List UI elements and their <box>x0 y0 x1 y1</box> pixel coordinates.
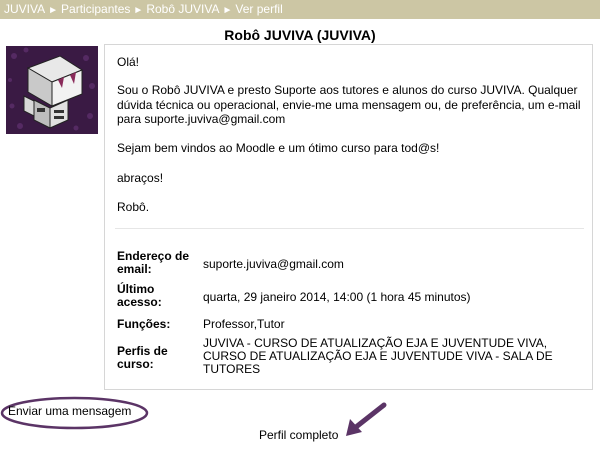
breadcrumb-separator-icon: ► <box>48 5 59 16</box>
breadcrumb-item-current: Ver perfil <box>235 2 283 16</box>
avatar <box>6 46 98 134</box>
breadcrumb-item-user[interactable]: Robô JUVIVA <box>146 2 219 16</box>
divider <box>115 228 584 229</box>
roles-value: Professor,Tutor <box>203 317 285 331</box>
description-signature: Robô. <box>117 200 150 214</box>
send-message-link[interactable]: Enviar uma mensagem <box>8 404 131 418</box>
breadcrumb: JUVIVA ► Participantes ► Robô JUVIVA ► Ver per… <box>0 0 600 19</box>
full-profile-link[interactable]: Perfil completo <box>259 428 338 442</box>
breadcrumb-separator-icon: ► <box>133 5 144 16</box>
roles-label: Funções: <box>117 317 171 331</box>
breadcrumb-item-participants[interactable]: Participantes <box>61 2 130 16</box>
breadcrumb-item-juviva[interactable]: JUVIVA <box>4 2 45 16</box>
last-access-label: Último acesso: <box>117 282 162 309</box>
description-welcome: Sejam bem vindos ao Moodle e um ótimo cu… <box>117 141 440 155</box>
email-label: Endereço de email: <box>117 249 190 276</box>
profile-card: Olá! Sou o Robô JUVIVA e presto Suporte … <box>104 44 593 390</box>
arrow-down-left-icon <box>346 402 387 436</box>
robot-avatar-icon <box>6 46 98 134</box>
description-body: Sou o Robô JUVIVA e presto Suporte aos t… <box>117 83 581 126</box>
email-value[interactable]: suporte.juviva@gmail.com <box>203 258 563 271</box>
page-title: Robô JUVIVA (JUVIVA) <box>224 27 376 43</box>
course-profiles-value[interactable]: JUVIVA - CURSO DE ATUALIZAÇÃO EJA E JUVE… <box>203 337 563 376</box>
last-access-value: quarta, 29 janeiro 2014, 14:00 (1 hora 4… <box>203 290 471 304</box>
course-profiles-label: Perfis de curso: <box>117 344 168 371</box>
description-greeting: Olá! <box>117 55 140 69</box>
breadcrumb-separator-icon: ► <box>222 5 233 16</box>
description-hugs: abraços! <box>117 171 164 185</box>
